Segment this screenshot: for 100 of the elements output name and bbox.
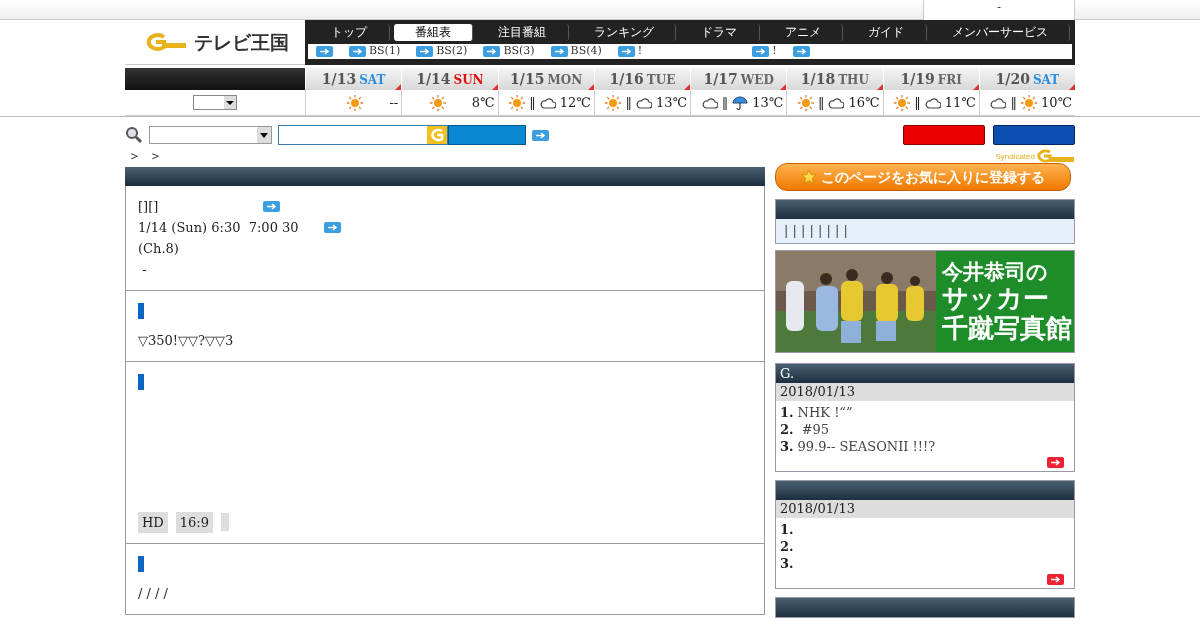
- date-tab[interactable]: 1/17 WED: [690, 68, 787, 90]
- arrow-button[interactable]: [316, 46, 333, 57]
- temperature: 8℃: [471, 93, 495, 112]
- login-button[interactable]: [903, 125, 985, 145]
- nav-tab[interactable]: トップ: [310, 23, 390, 41]
- panel-header: G.: [776, 364, 1074, 383]
- temperature: 10℃: [1040, 93, 1072, 112]
- date-tab[interactable]: 1/14 SUN: [401, 68, 498, 90]
- heading-marker: [138, 303, 144, 319]
- rank-number: 3.: [780, 438, 794, 455]
- air-time: 1/14 (Sun) 6:30 7:00 30: [138, 219, 299, 237]
- ranking-date: 2018/01/13: [780, 384, 855, 399]
- arrow-button[interactable]: [617, 46, 635, 57]
- arrow-button[interactable]: [532, 129, 549, 141]
- nav-tab[interactable]: ドラマ: [680, 23, 760, 41]
- rank-number: 2.: [780, 421, 794, 438]
- channel-text: (Ch.8): [138, 241, 179, 256]
- arrow-button[interactable]: [483, 46, 501, 57]
- weekday-label: SAT: [1032, 73, 1060, 87]
- channel-link[interactable]: BS(2): [436, 43, 468, 60]
- rank-number: 1.: [780, 404, 794, 421]
- arrow-button[interactable]: [752, 46, 770, 57]
- search-field[interactable]: [278, 125, 448, 145]
- arrow-button[interactable]: [792, 46, 810, 57]
- arrow-button[interactable]: [416, 46, 434, 57]
- sun-icon: [429, 94, 446, 111]
- guide-logo-icon: [427, 126, 447, 144]
- temperature: 13℃: [752, 93, 784, 112]
- arrow-button[interactable]: [550, 46, 568, 57]
- weekday-label: TUE: [646, 73, 676, 87]
- date-tab[interactable]: 1/20 SAT: [978, 68, 1075, 90]
- arrow-button[interactable]: [323, 222, 341, 233]
- nav-tab[interactable]: メンバーサービス: [930, 23, 1070, 41]
- weather-separator: ‖: [529, 93, 536, 112]
- nav-tab[interactable]: アニメ: [763, 23, 843, 41]
- rank-number: 1.: [780, 521, 794, 538]
- channel-link[interactable]: !: [772, 43, 777, 60]
- ranking-item[interactable]: 99.9-- SEASONII !!!?: [797, 438, 936, 455]
- section-text: ▽350!▽▽?▽▽3: [138, 333, 234, 348]
- sun-icon: [1020, 94, 1037, 111]
- date-tab[interactable]: 1/18 THU: [786, 68, 883, 90]
- ranking-date: 2018/01/13: [780, 501, 855, 516]
- ranking-item[interactable]: NHK !“”: [797, 404, 853, 421]
- sun-icon: [605, 94, 622, 111]
- link-list: | | | | | | | |: [784, 223, 848, 238]
- info-tag: [220, 513, 229, 532]
- weekday-label: FRI: [937, 73, 962, 87]
- channel-link[interactable]: BS(4): [570, 43, 602, 60]
- nav-tab[interactable]: ガイド: [847, 23, 927, 41]
- date-tab[interactable]: 1/13 SAT: [305, 68, 402, 90]
- date-tab[interactable]: 1/19 FRI: [882, 68, 979, 90]
- heading-marker: [138, 373, 144, 390]
- weather-separator: ‖: [721, 93, 729, 112]
- temperature: 16℃: [848, 93, 880, 112]
- weekday-label: MON: [547, 73, 583, 87]
- nav-tab[interactable]: 注目番組: [477, 23, 569, 41]
- nav-tab[interactable]: ランキング: [572, 23, 676, 41]
- section-text: / / / /: [138, 586, 168, 601]
- info-tag: 16:9: [175, 511, 213, 533]
- search-button[interactable]: [448, 125, 526, 145]
- umbrella-icon: [732, 94, 749, 111]
- logo-text[interactable]: テレビ王国: [193, 27, 289, 57]
- date-tab[interactable]: 1/16 TUE: [593, 68, 690, 90]
- more-button[interactable]: [1047, 574, 1064, 585]
- breadcrumb-separator: ＞: [149, 147, 162, 166]
- channel-link[interactable]: BS(1): [369, 43, 401, 60]
- weather-separator: ‖: [1010, 93, 1017, 112]
- banner-text: 千蹴写真館: [942, 313, 1073, 344]
- weather-separator: ‖: [914, 93, 921, 112]
- sun-icon: [509, 94, 526, 111]
- sun-icon: [894, 94, 911, 111]
- guide-logo-icon: [1035, 149, 1075, 163]
- more-button[interactable]: [1047, 457, 1064, 468]
- temperature: 13℃: [655, 93, 687, 112]
- sun-icon: [797, 94, 814, 111]
- channel-link[interactable]: BS(3): [503, 43, 535, 60]
- nav-tab[interactable]: 番組表: [393, 23, 473, 41]
- weekday-label: THU: [838, 73, 869, 87]
- account-box: -: [923, 0, 1075, 20]
- region-select[interactable]: [193, 95, 237, 110]
- genre-text: -: [141, 262, 147, 277]
- search-icon: [125, 126, 143, 144]
- date-tab[interactable]: 1/15 MON: [497, 68, 594, 90]
- weekday-label: SUN: [453, 73, 484, 87]
- arrow-button[interactable]: [263, 201, 281, 212]
- arrow-button[interactable]: [349, 46, 366, 57]
- weekday-label: WED: [740, 73, 774, 87]
- program-title: [][]: [138, 198, 159, 216]
- temperature: 11℃: [944, 93, 976, 112]
- register-button[interactable]: [993, 125, 1075, 145]
- sun-icon: [347, 94, 364, 111]
- banner-text: サッカー: [942, 283, 1050, 314]
- banner-text: 今井恭司の: [942, 259, 1049, 284]
- temperature: --: [389, 93, 399, 112]
- weather-separator: ‖: [817, 93, 825, 112]
- heading-marker: [138, 556, 144, 572]
- rank-number: 3.: [780, 555, 794, 572]
- ranking-item[interactable]: #95: [797, 421, 830, 438]
- breadcrumb-separator: ＞: [128, 147, 141, 166]
- channel-link[interactable]: !: [637, 43, 643, 60]
